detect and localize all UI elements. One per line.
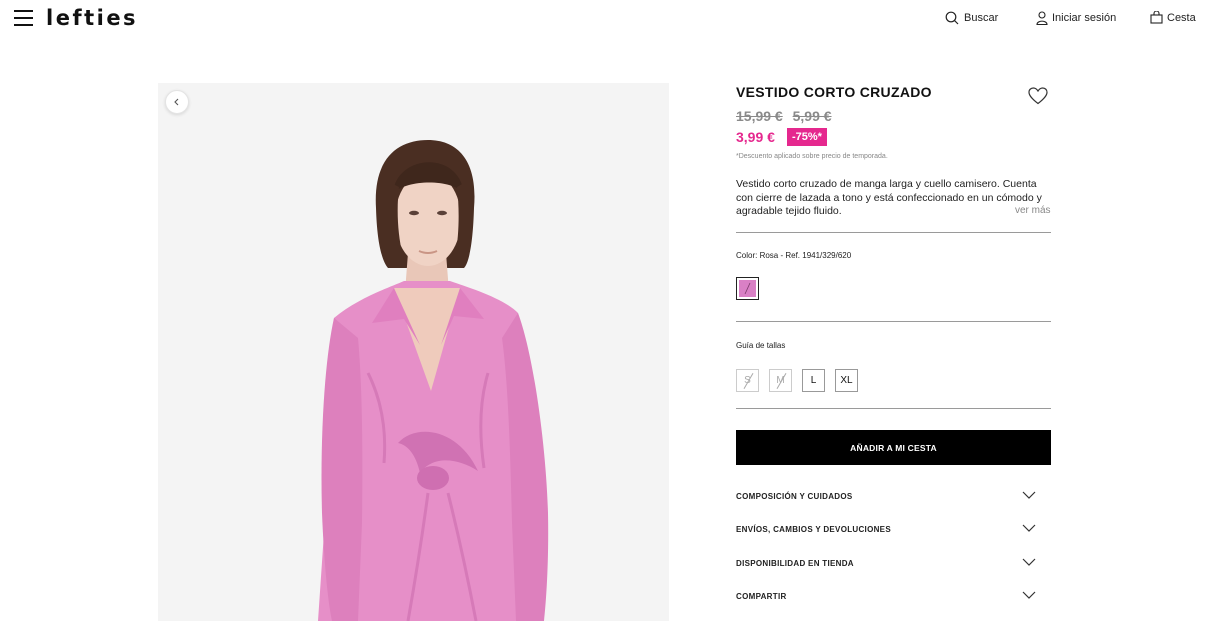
current-price: 3,99 € [736,129,775,145]
size-option-l[interactable]: L [802,369,825,392]
size-option-s[interactable]: S [736,369,759,392]
size-option-m[interactable]: M [769,369,792,392]
heart-icon [1028,87,1048,105]
product-image[interactable] [158,83,669,621]
current-price-row: 3,99 € -75%* [736,128,827,146]
accordion-label: DISPONIBILIDAD EN TIENDA [736,559,854,568]
chevron-down-icon [1022,591,1036,599]
accordion-store-availability[interactable]: DISPONIBILIDAD EN TIENDA [736,555,1051,573]
divider [736,321,1051,322]
accordion-label: COMPARTIR [736,592,787,601]
color-swatch-rosa[interactable] [736,277,759,300]
chevron-down-icon [1022,558,1036,566]
cart-button[interactable]: Cesta [1150,11,1196,24]
login-button[interactable]: Iniciar sesión [1036,11,1116,25]
see-more-link[interactable]: ver más [1015,205,1051,216]
product-description: Vestido corto cruzado de manga larga y c… [736,178,1042,217]
color-reference: Color: Rosa - Ref. 1941/329/620 [736,251,852,260]
search-icon [945,11,959,25]
chevron-left-icon [174,98,179,106]
accordion-shipping[interactable]: ENVÍOS, CAMBIOS Y DEVOLUCIONES [736,521,1051,539]
search-button[interactable]: Buscar [945,11,998,25]
discount-badge: -75%* [786,128,827,146]
size-guide-link[interactable]: Guía de tallas [736,341,785,350]
size-option-xl[interactable]: XL [835,369,858,392]
cart-label: Cesta [1167,11,1196,24]
previous-price: 5,99 € [792,108,832,124]
login-label: Iniciar sesión [1052,12,1117,24]
favorite-button[interactable] [1028,87,1048,110]
discount-disclaimer: *Descuento aplicado sobre precio de temp… [736,153,888,160]
site-logo[interactable]: lefties [46,6,138,30]
size-selector: S M L XL [736,369,868,392]
previous-image-button[interactable] [165,90,189,114]
chevron-down-icon [1022,524,1036,532]
bag-icon [1150,11,1163,24]
original-prices: 15,99 € 5,99 € [736,108,838,124]
user-icon [1036,11,1048,25]
accordion-label: COMPOSICIÓN Y CUIDADOS [736,492,853,501]
accordion-label: ENVÍOS, CAMBIOS Y DEVOLUCIONES [736,525,891,534]
accordion-composition[interactable]: COMPOSICIÓN Y CUIDADOS [736,488,1051,506]
site-header: lefties Buscar Iniciar sesión Cesta [0,0,1216,38]
search-label: Buscar [964,12,999,24]
model-photo [158,83,669,621]
product-title: VESTIDO CORTO CRUZADO [736,84,932,100]
add-to-cart-button[interactable]: AÑADIR A MI CESTA [736,430,1051,465]
chevron-down-icon [1022,491,1036,499]
divider [736,232,1051,233]
divider [736,408,1051,409]
hamburger-menu-icon[interactable] [14,10,33,27]
original-price: 15,99 € [736,108,783,124]
accordion-share[interactable]: COMPARTIR [736,588,1051,606]
